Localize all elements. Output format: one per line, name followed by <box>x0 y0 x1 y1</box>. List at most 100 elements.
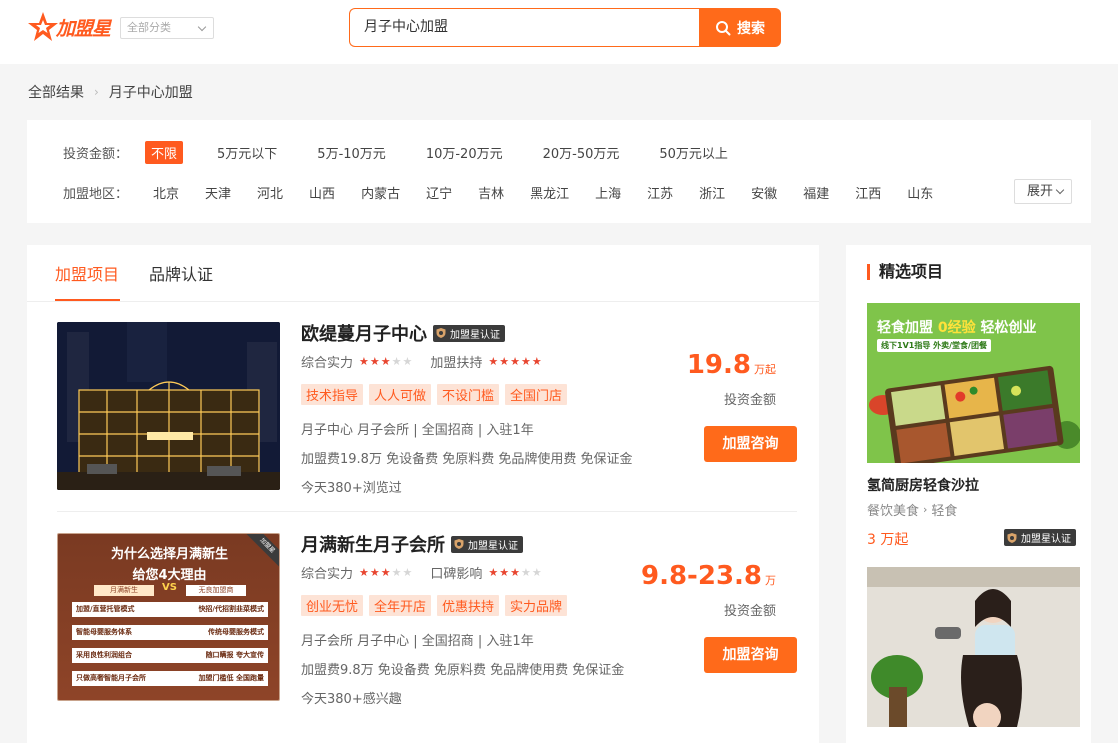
poster-row: 加盟/直营托管模式 快招/代招割韭菜模式 <box>72 602 268 617</box>
expand-regions-button[interactable]: 展开 <box>1014 179 1072 204</box>
banner-subtitle: 线下1V1指导 外卖/堂食/团餐 <box>877 339 991 352</box>
star-rating: ★ ★ ★ ★ ★ <box>359 355 412 368</box>
star-logo-icon <box>28 12 58 41</box>
region-option[interactable]: 天津 <box>205 181 231 204</box>
search-button[interactable]: 搜索 <box>699 8 781 47</box>
region-option[interactable]: 辽宁 <box>426 181 452 204</box>
price-label: 投资金额 <box>723 393 776 408</box>
item-image[interactable]: 加盟星 为什么选择月满新生 给您4大理由 月满新生 VS 无良加盟商 加盟/直营… <box>57 533 280 701</box>
feature-tag: 全年开店 <box>369 595 432 616</box>
price-unit: 万起 <box>754 363 776 376</box>
breadcrumb-root[interactable]: 全部结果 <box>28 82 84 102</box>
investment-price: 19.8 万起 <box>687 350 776 380</box>
item-fee-line: 加盟费19.8万 免设备费 免原料费 免品牌使用费 免保证金 <box>301 452 633 467</box>
region-option[interactable]: 安徽 <box>751 181 777 204</box>
star-icon: ★ <box>380 355 391 368</box>
star-icon: ★ <box>521 566 531 579</box>
filter-option-20w-50w[interactable]: 20万-50万元 <box>537 141 626 164</box>
category-select[interactable]: 全部分类 <box>120 17 214 39</box>
item-visits: 今天380+感兴趣 <box>301 692 402 707</box>
tab-franchise-projects[interactable]: 加盟项目 <box>55 261 119 285</box>
star-icon: ★ <box>369 355 380 368</box>
filter-option-5w-10w[interactable]: 5万-10万元 <box>311 141 392 164</box>
region-option[interactable]: 上海 <box>595 181 621 204</box>
consult-button[interactable]: 加盟咨询 <box>704 426 797 462</box>
banner-headline: 轻食加盟 0经验 轻松创业 <box>877 320 1037 336</box>
filter-option-unlimited[interactable]: 不限 <box>145 141 184 164</box>
certification-text: 加盟星认证 <box>450 329 500 341</box>
region-option[interactable]: 福建 <box>803 181 829 204</box>
rating-label: 口碑影响 <box>430 567 483 582</box>
region-option[interactable]: 内蒙古 <box>361 181 400 204</box>
item-fee-line: 加盟费9.8万 免设备费 免原料费 免品牌使用费 免保证金 <box>301 663 625 678</box>
star-icon: ★ <box>499 566 510 579</box>
header: 加盟星 全部分类 月子中心加盟 搜索 <box>0 0 1118 64</box>
featured-sidebar: 精选项目 轻食加盟 0经验 轻松创业 线下1V1指导 外卖/堂食/团餐 氢简厨房… <box>846 245 1091 743</box>
poster-vs: VS <box>162 582 177 593</box>
result-tabs: 加盟项目 品牌认证 <box>27 245 819 302</box>
item-name[interactable]: 月满新生月子会所 <box>301 531 445 557</box>
category-parent[interactable]: 餐饮美食 <box>867 500 919 519</box>
filter-option-under-5w[interactable]: 5万元以下 <box>211 141 283 164</box>
star-icon: ★ <box>359 355 369 368</box>
region-option[interactable]: 浙江 <box>699 181 725 204</box>
poster-left-head: 月满新生 <box>94 585 154 596</box>
certification-badge: 加盟星认证 <box>433 324 505 342</box>
chevron-right-icon: › <box>94 85 99 99</box>
chevron-down-icon <box>197 22 207 32</box>
list-item[interactable]: 加盟星 为什么选择月满新生 给您4大理由 月满新生 VS 无良加盟商 加盟/直营… <box>57 533 797 723</box>
poster-subheadline: 给您4大理由 <box>132 568 207 583</box>
region-option[interactable]: 河北 <box>257 181 283 204</box>
star-icon: ★ <box>380 566 391 579</box>
tab-brand-certification[interactable]: 品牌认证 <box>149 261 213 285</box>
filter-option-10w-20w[interactable]: 10万-20万元 <box>420 141 509 164</box>
featured-card-image[interactable]: 轻食加盟 0经验 轻松创业 线下1V1指导 外卖/堂食/团餐 <box>867 303 1080 463</box>
list-item[interactable]: 欧缇蔓月子中心 加盟星认证 综合实力 ★ ★ ★ ★ ★ 加盟扶持 ★ ★ ★ ★ ★ 技术指导… <box>57 322 797 512</box>
filter-option-over-50w[interactable]: 50万元以上 <box>653 141 734 164</box>
feature-tag: 实力品牌 <box>505 595 568 616</box>
item-name[interactable]: 欧缇蔓月子中心 <box>301 320 427 346</box>
feature-tag: 优惠扶持 <box>437 595 500 616</box>
region-option[interactable]: 吉林 <box>478 181 504 204</box>
star-rating: ★ ★ ★ ★ ★ <box>488 566 541 579</box>
item-category-line: 月子会所 月子中心 | 全国招商 | 入驻1年 <box>301 634 534 649</box>
star-icon: ★ <box>391 355 402 368</box>
investment-price: 9.8-23.8 万 <box>641 561 776 591</box>
star-icon: ★ <box>402 355 413 368</box>
feature-tag: 创业无忧 <box>301 595 364 616</box>
price-label: 投资金额 <box>723 604 776 619</box>
region-option[interactable]: 江西 <box>855 181 881 204</box>
category-child[interactable]: 轻食 <box>931 500 957 519</box>
region-option[interactable]: 山西 <box>309 181 335 204</box>
region-option[interactable]: 山东 <box>907 181 933 204</box>
search-input[interactable]: 月子中心加盟 <box>349 8 701 47</box>
item-visits: 今天380+浏览过 <box>301 481 402 496</box>
star-rating: ★ ★ ★ ★ ★ <box>488 355 541 368</box>
results-panel: 加盟项目 品牌认证 欧缇蔓月子中心 加盟星认证 综合实力 ★ ★ ★ ★ ★ 加… <box>27 245 819 743</box>
logo-text: 加盟星 <box>56 17 111 40</box>
region-option[interactable]: 黑龙江 <box>530 181 569 204</box>
poster-rows: 加盟/直营托管模式 快招/代招割韭菜模式 智能母婴服务体系 传统母婴服务模式 采用良… <box>72 602 268 686</box>
featured-card-image[interactable] <box>867 567 1080 727</box>
poster-row: 采用良性利润组合 随口瞒报 夸大宣传 <box>72 648 268 663</box>
hair-salon-image <box>867 567 1080 727</box>
rating-label: 加盟扶持 <box>430 356 483 371</box>
shield-icon <box>1007 532 1017 543</box>
consult-button[interactable]: 加盟咨询 <box>704 637 797 673</box>
active-tab-indicator <box>55 299 120 301</box>
item-image[interactable] <box>57 322 280 490</box>
featured-card-name[interactable]: 氢简厨房轻食沙拉 <box>867 475 979 495</box>
star-icon: ★ <box>402 566 413 579</box>
logo[interactable]: 加盟星 <box>26 10 111 44</box>
region-option[interactable]: 江苏 <box>647 181 673 204</box>
poster-right-head: 无良加盟商 <box>186 585 246 596</box>
region-filter-label: 加盟地区： <box>63 187 129 202</box>
item-title-row: 欧缇蔓月子中心 加盟星认证 <box>301 320 505 346</box>
star-icon: ★ <box>531 566 542 579</box>
item-category-line: 月子中心 月子会所 | 全国招商 | 入驻1年 <box>301 423 534 438</box>
certification-badge: 加盟星认证 <box>1004 529 1076 546</box>
region-option[interactable]: 北京 <box>153 181 179 204</box>
item-title-row: 月满新生月子会所 加盟星认证 <box>301 531 523 557</box>
featured-card-category: 餐饮美食 › 轻食 <box>867 500 957 519</box>
rating-label: 综合实力 <box>301 567 354 582</box>
